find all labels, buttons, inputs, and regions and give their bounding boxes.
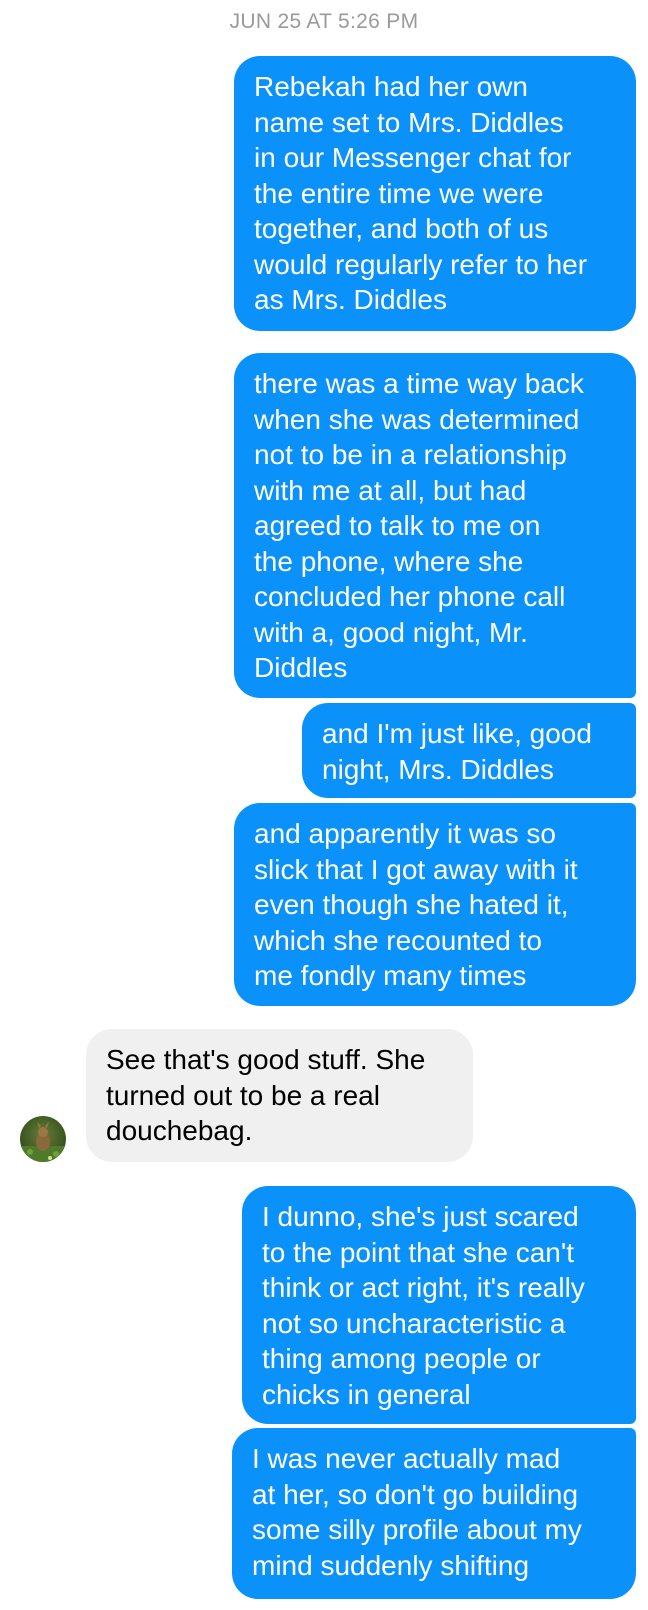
message-timestamp: JUN 25 AT 5:26 PM — [229, 10, 419, 33]
contact-avatar[interactable] — [20, 1116, 66, 1162]
outgoing-message-bubble[interactable]: and I'm just like, good night, Mrs. Didd… — [302, 703, 636, 798]
incoming-message-bubble[interactable]: See that's good stuff. She turned out to… — [86, 1029, 473, 1162]
outgoing-message-bubble[interactable]: and apparently it was so slick that I go… — [234, 803, 636, 1006]
outgoing-message-bubble[interactable]: Rebekah had her own name set to Mrs. Did… — [234, 56, 636, 331]
outgoing-message-bubble[interactable]: there was a time way back when she was d… — [234, 353, 636, 698]
avatar-image-icon — [20, 1122, 66, 1162]
outgoing-message-bubble[interactable]: I dunno, she's just scared to the point … — [242, 1186, 636, 1424]
outgoing-message-bubble[interactable]: I was never actually mad at her, so don'… — [232, 1428, 636, 1599]
